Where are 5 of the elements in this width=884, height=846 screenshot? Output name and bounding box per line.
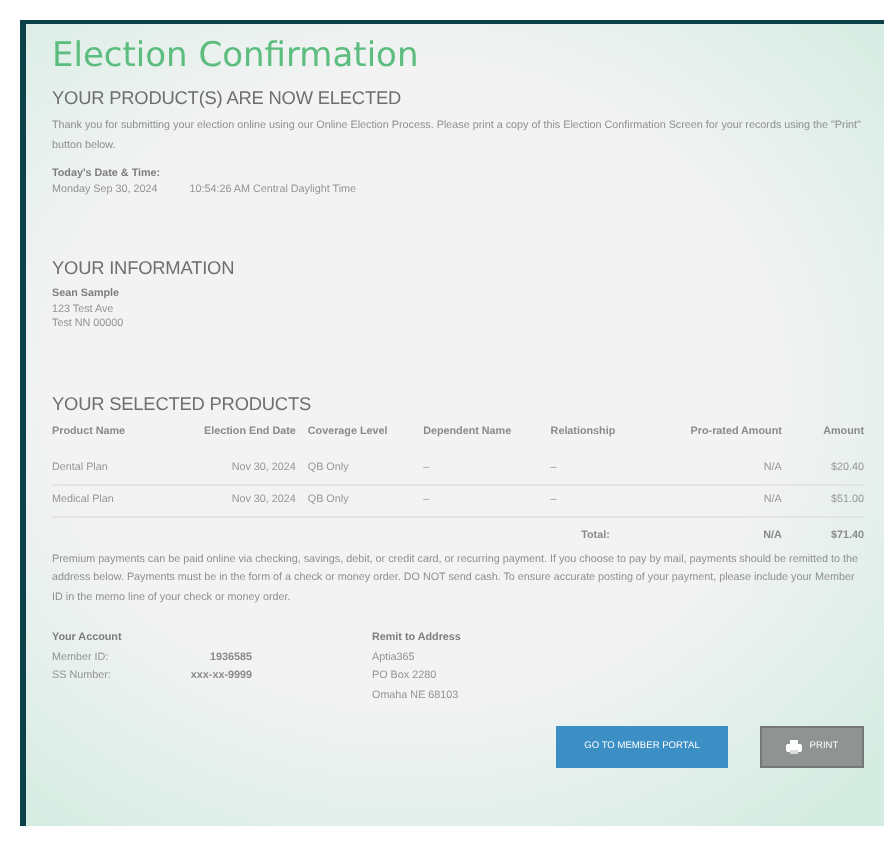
printer-icon <box>785 740 802 754</box>
page-title: Election Confirmation <box>52 36 421 76</box>
section-heading: YOUR PRODUCT(S) ARE NOW ELECTED <box>52 88 404 108</box>
section-heading: YOUR SELECTED PRODUCTS <box>52 393 314 413</box>
section-heading: YOUR INFORMATION <box>52 258 237 278</box>
